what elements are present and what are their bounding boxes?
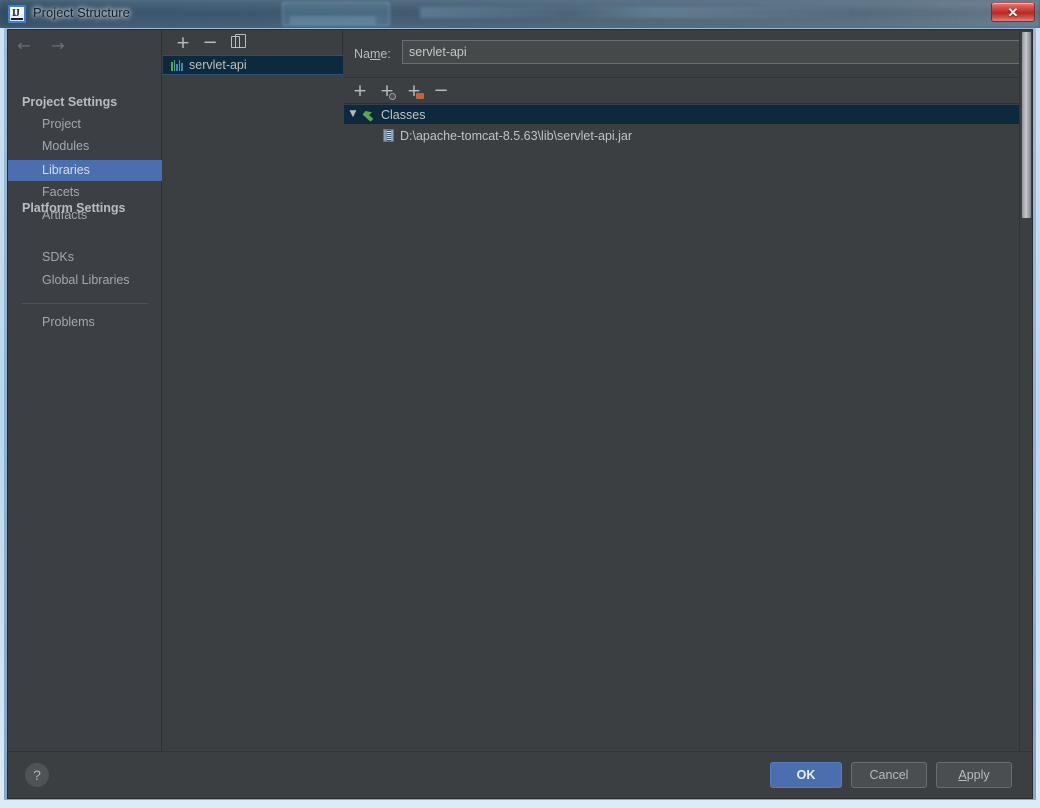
back-arrow-icon[interactable]: ← — [15, 37, 33, 55]
libraries-list: servlet-api — [163, 55, 343, 752]
app-icon-underline — [11, 18, 23, 20]
forward-arrow-icon[interactable]: → — [49, 37, 67, 55]
libraries-toolbar: + − — [163, 30, 343, 55]
name-label-pre: Na — [354, 47, 370, 61]
cancel-button[interactable]: Cancel — [851, 762, 927, 788]
dialog-footer: ? OK Cancel Apply — [8, 751, 1032, 798]
sidebar-item-modules[interactable]: Modules — [8, 136, 162, 157]
sidebar-item-global-libraries[interactable]: Global Libraries — [8, 270, 162, 291]
ok-button[interactable]: OK — [770, 762, 842, 788]
name-label-post: e: — [380, 47, 391, 61]
remove-root-button[interactable]: − — [433, 80, 449, 101]
library-icon — [171, 59, 183, 71]
sidebar-group-platform-settings: Platform Settings — [22, 201, 126, 215]
sidebar-item-sdks[interactable]: SDKs — [8, 247, 162, 268]
remove-library-button[interactable]: − — [202, 31, 218, 53]
apply-label-mnemonic: A — [958, 768, 967, 782]
library-roots-toolbar: + + + − — [344, 79, 1032, 104]
sidebar-item-problems[interactable]: Problems — [8, 312, 162, 333]
minus-icon: − — [202, 31, 218, 53]
copy-library-button[interactable] — [229, 33, 246, 51]
project-structure-window: IJ Project Structure ✕ ← → Project Setti… — [0, 0, 1040, 808]
name-field-label: Name: — [354, 47, 391, 61]
globe-badge-icon — [389, 93, 396, 100]
vertical-scrollbar[interactable] — [1019, 30, 1032, 752]
apply-button[interactable]: Apply — [936, 762, 1012, 788]
tree-row-classes[interactable]: ▼ Classes — [344, 105, 1032, 124]
list-item-label: servlet-api — [189, 58, 247, 72]
folder-badge-icon — [416, 93, 424, 99]
intellij-idea-icon: IJ — [8, 5, 26, 23]
scrollbar-thumb[interactable] — [1022, 32, 1031, 218]
plus-icon: + — [352, 81, 368, 101]
close-button[interactable]: ✕ — [991, 2, 1035, 22]
help-button[interactable]: ? — [25, 763, 49, 787]
apply-label-post: pply — [966, 768, 990, 782]
minus-icon: − — [433, 80, 449, 101]
name-label-mnemonic: m — [369, 47, 381, 61]
classes-arrow-icon — [362, 107, 376, 122]
sidebar-group-project-settings: Project Settings — [22, 95, 118, 109]
sidebar-item-libraries[interactable]: Libraries — [8, 160, 162, 181]
sidebar-divider — [22, 303, 148, 304]
tree-row-label: Classes — [381, 107, 426, 122]
tree-row-jar[interactable]: D:\apache-tomcat-8.5.63\lib\servlet-api.… — [344, 126, 1032, 145]
chevron-down-icon[interactable]: ▼ — [344, 105, 362, 124]
add-root-button[interactable]: + — [352, 81, 368, 101]
plus-icon: + — [175, 32, 191, 53]
settings-sidebar: ← → Project Settings Project Modules Lib… — [8, 30, 162, 752]
add-library-button[interactable]: + — [175, 32, 191, 53]
copy-icon — [231, 33, 246, 48]
window-title: Project Structure — [33, 5, 130, 20]
library-detail-panel: Name: + + + — [344, 30, 1032, 752]
sidebar-item-facets[interactable]: Facets — [8, 182, 162, 203]
name-input[interactable] — [402, 40, 1024, 64]
library-roots-tree: ▼ Classes D:\apache-tomcat-8.5.63\lib\se… — [344, 105, 1032, 752]
desktop-backdrop: IJ Project Structure ✕ ← → Project Setti… — [0, 0, 1040, 808]
name-row: Name: — [344, 30, 1032, 78]
dialog-client-area: ← → Project Settings Project Modules Lib… — [7, 29, 1033, 799]
titlebar-background-ghost — [290, 16, 376, 25]
list-item[interactable]: servlet-api — [163, 55, 343, 75]
add-url-root-button[interactable]: + — [379, 83, 396, 100]
sidebar-item-project[interactable]: Project — [8, 114, 162, 135]
window-titlebar[interactable]: IJ Project Structure ✕ — [0, 0, 1040, 28]
sidebar-navigation: ← → — [15, 34, 67, 58]
titlebar-background-ghost — [420, 7, 850, 18]
libraries-list-panel: + − servlet-api — [163, 30, 343, 752]
jar-file-icon — [383, 129, 394, 142]
add-jar-directory-button[interactable]: + — [406, 83, 424, 100]
close-icon: ✕ — [1007, 5, 1019, 20]
tree-row-label: D:\apache-tomcat-8.5.63\lib\servlet-api.… — [400, 128, 633, 143]
